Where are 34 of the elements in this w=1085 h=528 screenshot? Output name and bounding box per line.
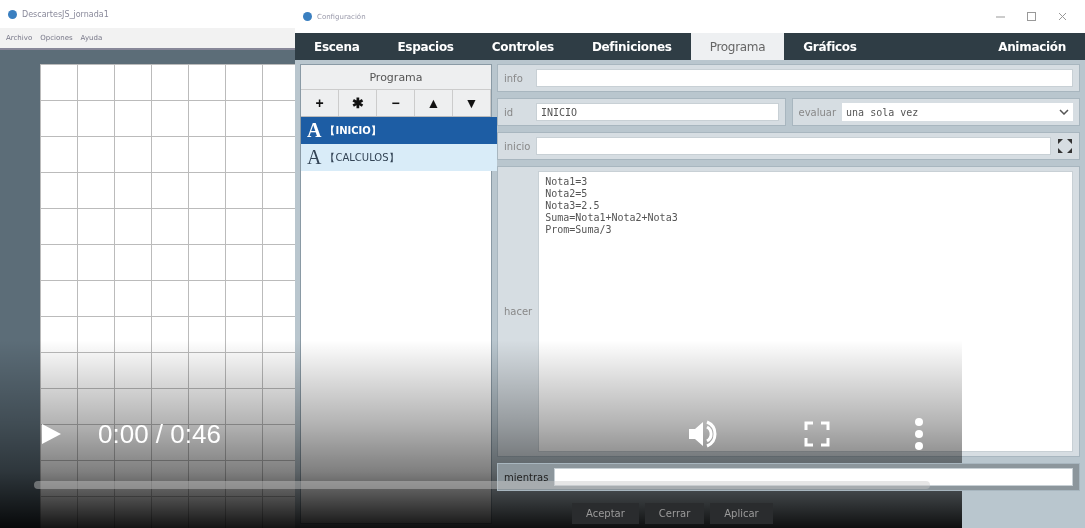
field-label: evaluar [798, 106, 837, 118]
more-icon[interactable] [914, 417, 924, 451]
tab[interactable]: Animación [979, 33, 1085, 60]
field-label: id [504, 106, 515, 118]
app-icon [8, 9, 17, 19]
maximize-icon[interactable] [1027, 12, 1036, 21]
dialog-button[interactable]: Aplicar [710, 503, 773, 524]
mientras-field[interactable] [554, 468, 1073, 486]
id-field[interactable]: INICIO [536, 103, 779, 121]
window-title: DescartesJS_jornada1 [22, 9, 109, 19]
field-label: info [504, 72, 524, 84]
tab[interactable]: Gráficos [784, 33, 876, 60]
expand-icon[interactable] [1057, 138, 1073, 154]
tab[interactable]: Controles [472, 33, 573, 60]
caret-icon [1059, 109, 1069, 115]
tab[interactable]: Espacios [378, 33, 473, 60]
time-display: 0:00 / 0:46 [98, 418, 221, 450]
tab[interactable]: Definiciones [572, 33, 691, 60]
play-icon[interactable] [40, 423, 62, 445]
info-field[interactable] [536, 69, 1073, 87]
code-editor[interactable]: Nota1=3 Nota2=5 Nota3=2.5 Suma=Nota1+Nota2+Nota3 Prom=Suma/3 [538, 171, 1073, 452]
field-label: mientras [504, 471, 549, 483]
app-icon [303, 12, 312, 21]
field-label: hacer [504, 306, 533, 317]
dialog-button[interactable]: Cerrar [644, 503, 705, 524]
dialog-button[interactable]: Aceptar [572, 503, 639, 524]
tab[interactable]: Escena [295, 33, 379, 60]
tab[interactable]: Programa [690, 33, 785, 60]
inicio-field[interactable] [536, 137, 1051, 155]
evaluate-dropdown[interactable]: una sola vez [842, 103, 1073, 121]
progress-bar[interactable] [34, 481, 930, 489]
close-icon[interactable] [1058, 12, 1067, 21]
field-label: inicio [504, 140, 531, 152]
panel-title: Programa [301, 65, 491, 90]
